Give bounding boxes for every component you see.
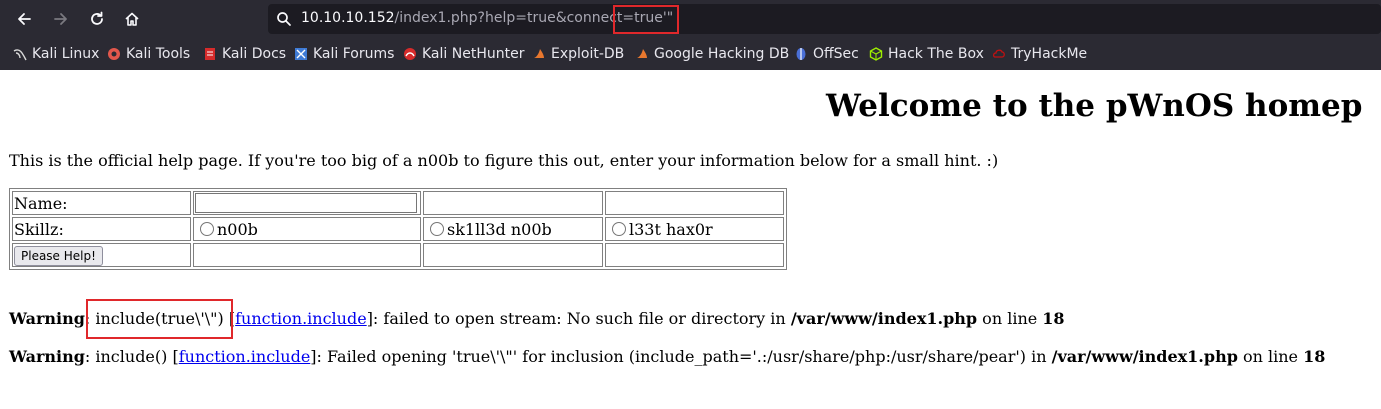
- url-path: /index1.php?help=true&connect=: [394, 10, 635, 26]
- warning-label: Warning: [9, 347, 85, 366]
- kali-dragon-icon: [13, 47, 27, 61]
- bookmark-kali-forums[interactable]: Kali Forums: [294, 44, 394, 64]
- warning-message: : include() [: [84, 347, 179, 366]
- reload-button[interactable]: [84, 6, 110, 32]
- bookmark-label: Google Hacking DB: [654, 46, 790, 62]
- bookmark-label: Kali NetHunter: [422, 46, 525, 62]
- reload-icon: [91, 11, 103, 25]
- back-button[interactable]: [11, 6, 37, 32]
- bookmark-google-hacking-db[interactable]: Google Hacking DB: [635, 44, 789, 64]
- page-content: Welcome to the pWnOS homep This is the o…: [0, 70, 1381, 409]
- tryhackme-icon: [992, 47, 1006, 61]
- option-n00b[interactable]: n00b: [193, 217, 421, 241]
- skillz-label: Skillz:: [12, 217, 191, 241]
- kali-tools-icon: [107, 47, 121, 61]
- ghdb-icon: [635, 47, 649, 61]
- bookmark-label: OffSec: [813, 46, 859, 62]
- bookmark-kali-linux[interactable]: Kali Linux: [13, 44, 99, 64]
- empty-cell: [423, 243, 603, 267]
- url-highlight-box: [613, 5, 679, 34]
- bookmark-kali-docs[interactable]: Kali Docs: [203, 44, 286, 64]
- bookmark-label: TryHackMe: [1011, 46, 1088, 62]
- function-include-link[interactable]: function.include: [235, 309, 367, 328]
- bookmark-kali-nethunter[interactable]: Kali NetHunter: [403, 44, 524, 64]
- warning-line-number: 18: [1042, 309, 1065, 328]
- empty-cell: [605, 191, 784, 215]
- radio-n00b[interactable]: [200, 221, 214, 236]
- option-label: l33t hax0r: [629, 219, 713, 239]
- please-help-button[interactable]: Please Help!: [14, 245, 103, 266]
- submit-cell: Please Help!: [12, 243, 191, 267]
- option-l33t-hax0r[interactable]: l33t hax0r: [605, 217, 784, 241]
- warning-file: /var/www/index1.php: [1051, 347, 1238, 366]
- bookmark-tryhackme[interactable]: TryHackMe: [992, 44, 1087, 64]
- url-host: 10.10.10.152: [301, 10, 395, 26]
- bookmarks-toolbar: Kali Linux Kali Tools Kali Docs Kali For…: [0, 42, 1381, 66]
- empty-cell: [423, 191, 603, 215]
- home-button[interactable]: [119, 6, 145, 32]
- htb-icon: [869, 47, 883, 61]
- warning-message: ]: failed to open stream: No such file o…: [366, 309, 791, 328]
- name-cell: [193, 191, 421, 215]
- table-row: Skillz: n00b sk1ll3d n00b l33t hax0r: [12, 217, 784, 241]
- table-row: Please Help!: [12, 243, 784, 267]
- forward-button[interactable]: [48, 6, 74, 32]
- nethunter-icon: [403, 47, 417, 61]
- bookmark-label: Kali Linux: [32, 46, 100, 62]
- page-title: Welcome to the pWnOS homep: [826, 88, 1363, 124]
- offsec-icon: [794, 47, 808, 61]
- back-arrow-icon: [18, 13, 31, 25]
- forward-arrow-icon: [54, 13, 67, 25]
- kali-docs-icon: [203, 47, 217, 61]
- warning-message: on line: [977, 309, 1043, 328]
- bookmark-label: Exploit-DB: [551, 46, 625, 62]
- bookmark-offsec[interactable]: OffSec: [794, 44, 859, 64]
- bookmark-label: Kali Forums: [313, 46, 395, 62]
- option-label: sk1ll3d n00b: [447, 219, 552, 239]
- bookmark-hack-the-box[interactable]: Hack The Box: [869, 44, 984, 64]
- bookmark-label: Kali Docs: [222, 46, 287, 62]
- bookmark-kali-tools[interactable]: Kali Tools: [107, 44, 190, 64]
- warning-line-2: Warning: include() [function.include]: F…: [9, 347, 1325, 366]
- include-highlight-box: [86, 299, 233, 339]
- option-sk1ll3d-n00b[interactable]: sk1ll3d n00b: [423, 217, 603, 241]
- name-input[interactable]: [195, 193, 417, 214]
- name-label: Name:: [12, 191, 191, 215]
- home-icon: [125, 12, 139, 26]
- option-label: n00b: [217, 219, 258, 239]
- warning-label: Warning: [9, 309, 85, 328]
- warning-message: ]: Failed opening 'true\'\"' for inclusi…: [310, 347, 1052, 366]
- warning-line-number: 18: [1303, 347, 1326, 366]
- help-form-table: Name: Skillz: n00b sk1ll3d n00b l33t hax…: [9, 188, 787, 270]
- intro-text: This is the official help page. If you'r…: [9, 151, 999, 170]
- warning-message: on line: [1237, 347, 1304, 366]
- radio-l33t-hax0r[interactable]: [612, 221, 626, 236]
- bookmark-exploit-db[interactable]: Exploit-DB: [532, 44, 624, 64]
- search-icon: [277, 12, 291, 26]
- bookmark-label: Hack The Box: [888, 46, 984, 62]
- address-bar[interactable]: 10.10.10.152/index1.php?help=true&connec…: [268, 4, 1381, 34]
- browser-toolbar: 10.10.10.152/index1.php?help=true&connec…: [0, 0, 1381, 70]
- bookmark-label: Kali Tools: [126, 46, 191, 62]
- exploit-db-icon: [532, 47, 546, 61]
- empty-cell: [605, 243, 784, 267]
- radio-sk1ll3d-n00b[interactable]: [430, 221, 444, 236]
- warning-file: /var/www/index1.php: [790, 309, 978, 328]
- function-include-link[interactable]: function.include: [179, 347, 311, 366]
- empty-cell: [193, 243, 421, 267]
- kali-forums-icon: [294, 47, 308, 61]
- table-row: Name:: [12, 191, 784, 215]
